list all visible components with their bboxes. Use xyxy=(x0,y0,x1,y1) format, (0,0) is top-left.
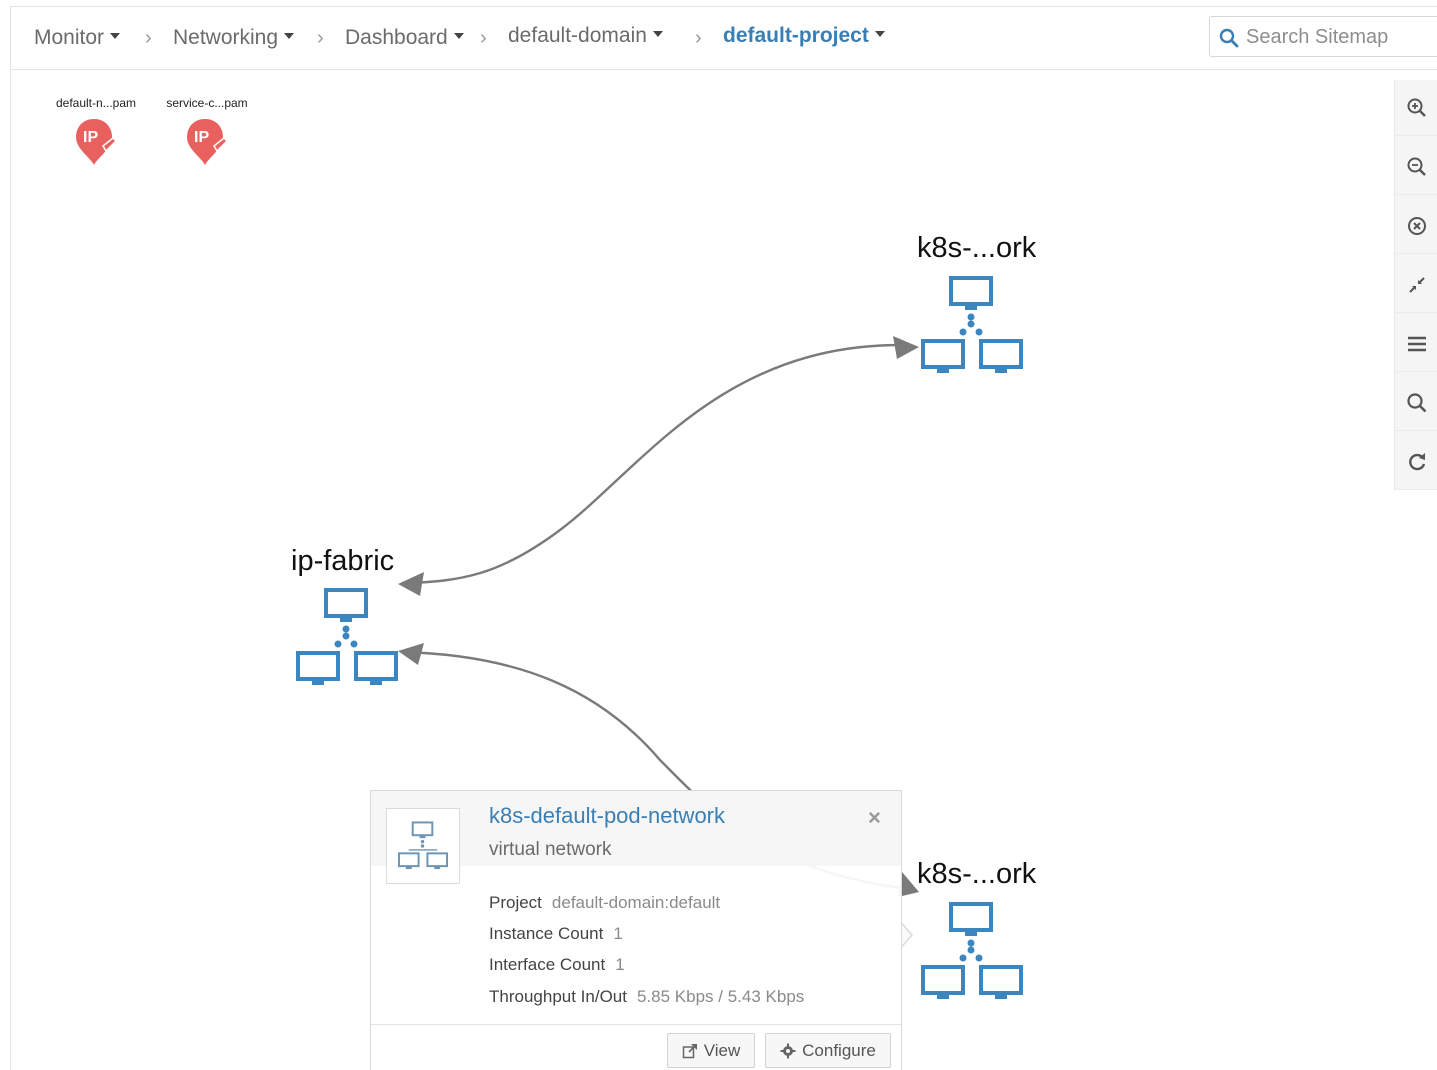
node-label-ip-fabric: ip-fabric xyxy=(291,545,395,577)
configure-button-label: Configure xyxy=(802,1040,876,1060)
edge-k8s-top-to-ip-fabric xyxy=(401,343,901,585)
view-button[interactable]: View xyxy=(667,1033,755,1068)
reset-icon xyxy=(1407,216,1426,235)
search-sitemap[interactable] xyxy=(1209,16,1437,57)
left-gutter xyxy=(10,70,11,1070)
breadcrumb-domain[interactable]: default-domain xyxy=(508,24,663,48)
refresh-icon xyxy=(1408,452,1425,470)
virtual-network-icon xyxy=(397,821,449,870)
zoom-out-button[interactable] xyxy=(1395,139,1437,195)
virtual-network-icon[interactable] xyxy=(294,586,400,690)
breadcrumb-separator: › xyxy=(317,27,324,49)
edge-arrowhead xyxy=(893,336,919,359)
view-button-label: View xyxy=(703,1040,741,1060)
list-icon xyxy=(1407,336,1426,351)
field-key: Project xyxy=(489,893,542,912)
field-value: default-domain:default xyxy=(551,893,721,912)
virtual-network-icon[interactable] xyxy=(919,900,1025,1004)
zoom-out-icon xyxy=(1407,157,1426,176)
gear-icon xyxy=(780,1043,796,1058)
ipam-default[interactable]: default-n...pam IP xyxy=(41,96,151,168)
breadcrumb-monitor[interactable]: Monitor xyxy=(34,26,121,50)
caret-down-icon xyxy=(284,33,295,40)
popover-thumbnail xyxy=(386,808,460,884)
svg-text:IP: IP xyxy=(83,129,98,146)
ipam-icon: IP xyxy=(187,119,229,165)
field-throughput: Throughput In/Out 5.85 Kbps / 5.43 Kbps xyxy=(489,987,804,1007)
list-button[interactable] xyxy=(1395,316,1437,372)
node-details-popover: k8s-default-pod-network virtual network … xyxy=(370,790,902,1070)
field-key: Throughput In/Out xyxy=(489,987,627,1006)
zoom-in-button[interactable] xyxy=(1395,80,1437,136)
breadcrumb-project[interactable]: default-project xyxy=(723,24,885,48)
graph-toolbar xyxy=(1394,80,1437,490)
search-icon xyxy=(1406,392,1426,412)
breadcrumb-separator: › xyxy=(480,27,487,49)
caret-down-icon xyxy=(110,33,121,40)
collapse-icon xyxy=(1408,276,1425,293)
popover-title[interactable]: k8s-default-pod-network xyxy=(489,803,725,829)
zoom-in-icon xyxy=(1407,98,1426,117)
breadcrumb-separator: › xyxy=(695,27,702,49)
collapse-button[interactable] xyxy=(1395,257,1437,313)
breadcrumb-dashboard[interactable]: Dashboard xyxy=(345,26,464,50)
close-icon[interactable]: × xyxy=(868,805,881,831)
caret-down-icon xyxy=(652,31,663,38)
field-interface-count: Interface Count 1 xyxy=(489,955,625,975)
ipam-service[interactable]: service-c...pam IP xyxy=(152,96,262,168)
popover-divider xyxy=(371,1024,901,1025)
field-key: Interface Count xyxy=(489,955,606,974)
node-label-k8s-top: k8s-...ork xyxy=(917,232,1037,264)
edge-arrowhead xyxy=(398,643,424,665)
top-navigation-bar: Monitor › Networking › Dashboard › defau… xyxy=(10,6,1437,70)
caret-down-icon xyxy=(874,31,885,38)
breadcrumb-separator: › xyxy=(145,27,152,49)
refresh-button[interactable] xyxy=(1395,434,1437,490)
external-link-icon xyxy=(682,1043,697,1058)
breadcrumb-networking[interactable]: Networking xyxy=(173,26,295,50)
configure-button[interactable]: Configure xyxy=(765,1033,891,1068)
field-value: 1 xyxy=(615,955,625,974)
ipam-label: service-c...pam xyxy=(166,96,248,110)
search-icon xyxy=(1219,28,1239,48)
field-project: Project default-domain:default xyxy=(489,893,720,913)
field-instance-count: Instance Count 1 xyxy=(489,924,623,944)
caret-down-icon xyxy=(453,33,464,40)
field-value: 5.85 Kbps / 5.43 Kbps xyxy=(636,987,805,1006)
svg-text:IP: IP xyxy=(194,129,209,146)
reset-button[interactable] xyxy=(1395,198,1437,254)
ipam-icon: IP xyxy=(76,119,118,165)
node-label-k8s-bottom: k8s-...ork xyxy=(917,858,1037,890)
virtual-network-icon[interactable] xyxy=(919,274,1025,378)
search-graph-button[interactable] xyxy=(1395,375,1437,431)
search-input[interactable] xyxy=(1246,23,1436,51)
edge-arrowhead xyxy=(398,572,424,596)
field-key: Instance Count xyxy=(489,924,604,943)
ipam-label: default-n...pam xyxy=(55,96,137,110)
field-value: 1 xyxy=(613,924,623,943)
popover-subtitle: virtual network xyxy=(489,839,612,860)
